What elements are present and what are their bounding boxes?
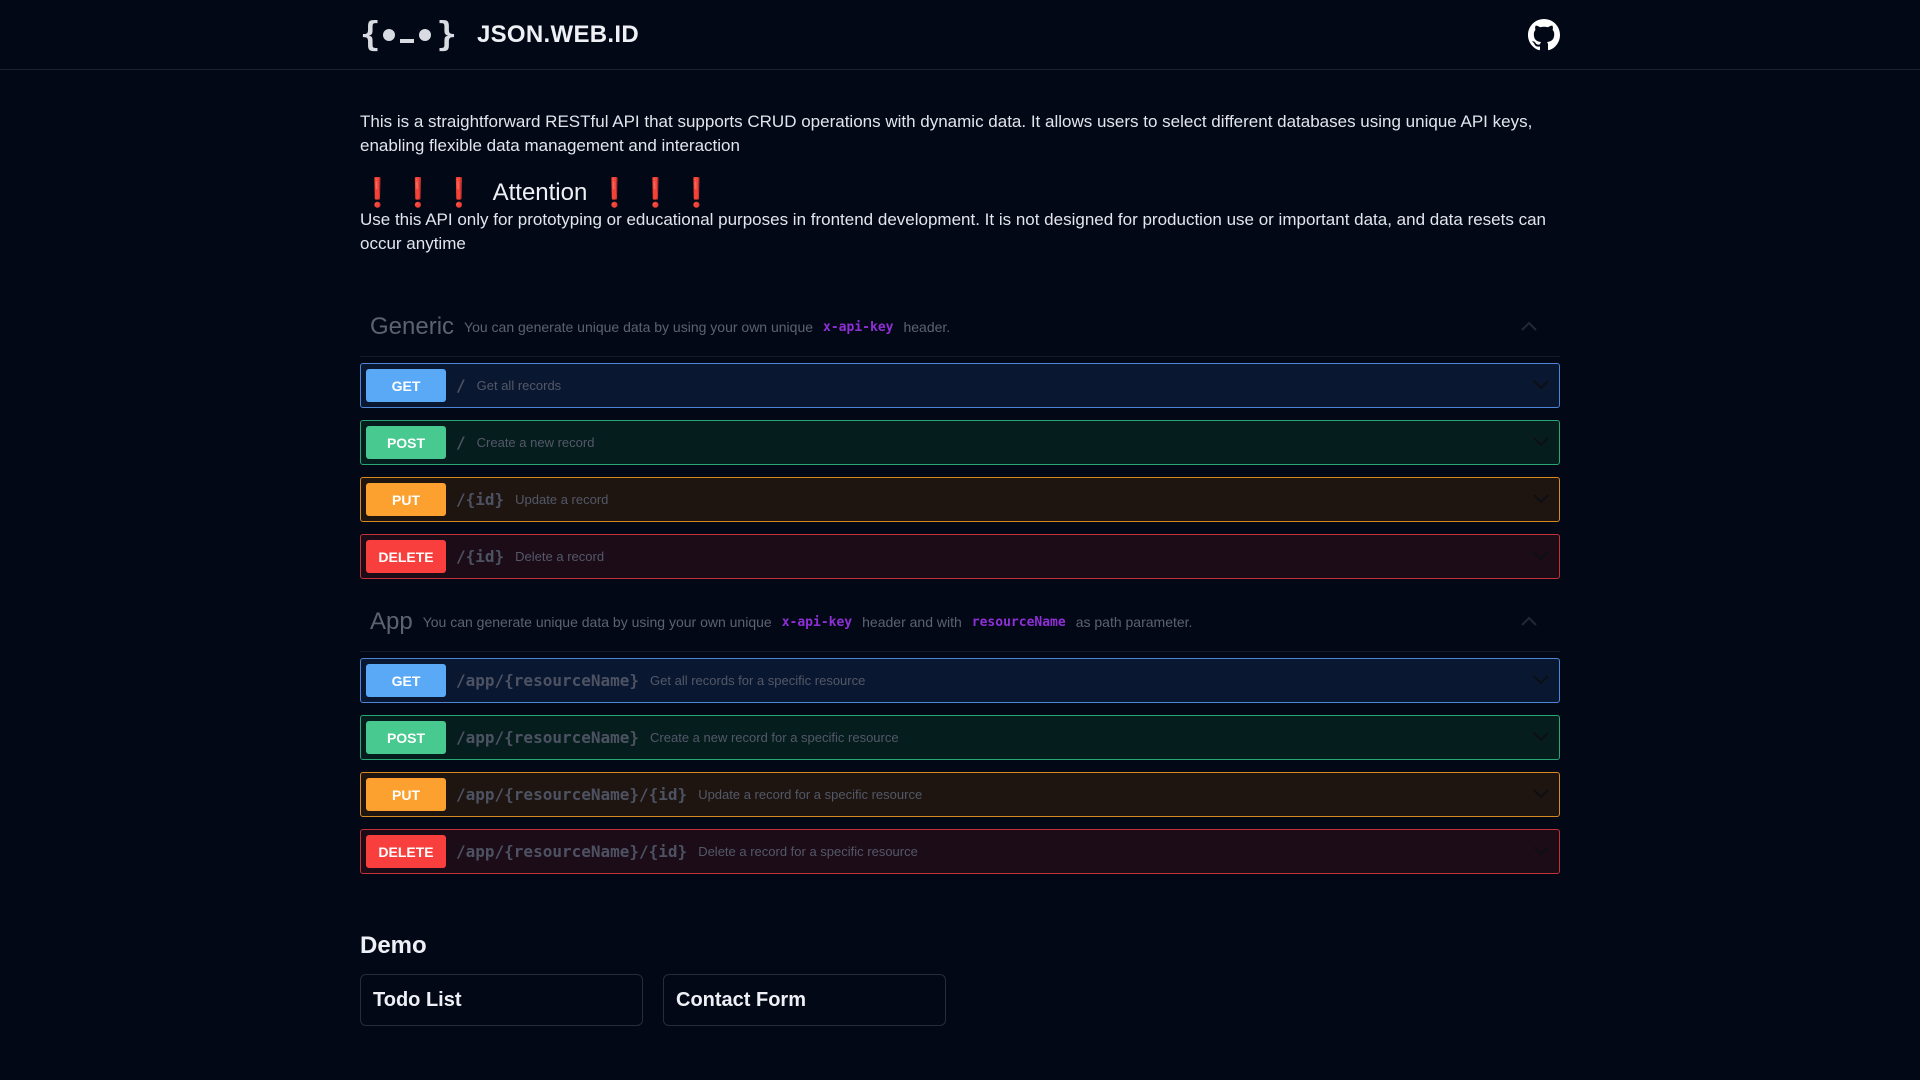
operation-path: /app/{resourceName}/{id} (456, 842, 688, 861)
app-section-header[interactable]: App You can generate unique data by usin… (360, 593, 1560, 652)
operation-description: Get all records (476, 378, 562, 393)
chevron-down-icon[interactable] (1532, 845, 1550, 857)
operation-path: /app/{resourceName} (456, 728, 640, 747)
section-description: You can generate unique data by using yo… (464, 319, 950, 335)
method-badge: PUT (366, 483, 446, 516)
method-badge: DELETE (366, 835, 446, 868)
operation-description: Create a new record (476, 435, 595, 450)
exclamation-icon: ❗❗❗ (597, 177, 720, 208)
method-badge: GET (366, 664, 446, 697)
operation-path: /{id} (456, 547, 505, 566)
section-title: Generic (370, 313, 455, 340)
operation-put-resource-id[interactable]: PUT /app/{resourceName}/{id} Update a re… (360, 772, 1560, 817)
chevron-down-icon[interactable] (1532, 674, 1550, 686)
operation-description: Delete a record (515, 549, 605, 564)
top-navbar: {} JSON.WEB.ID (0, 0, 1920, 70)
method-badge: POST (366, 426, 446, 459)
operation-put-id[interactable]: PUT /{id} Update a record (360, 477, 1560, 522)
chevron-down-icon[interactable] (1532, 731, 1550, 743)
section-title: App (370, 608, 413, 635)
section-desc-text: as path parameter. (1075, 614, 1193, 630)
operation-path: /{id} (456, 490, 505, 509)
generic-section-header[interactable]: Generic You can generate unique data by … (360, 298, 1560, 357)
operation-delete-id[interactable]: DELETE /{id} Delete a record (360, 534, 1560, 579)
method-badge: DELETE (366, 540, 446, 573)
section-desc-text: header. (903, 319, 951, 335)
site-name: JSON.WEB.ID (476, 20, 639, 48)
resource-name-code: resourceName (971, 614, 1066, 630)
operation-description: Get all records for a specific resource (650, 673, 866, 688)
chevron-down-icon[interactable] (1532, 379, 1550, 391)
operation-description: Create a new record for a specific resou… (650, 730, 899, 745)
method-badge: GET (366, 369, 446, 402)
chevron-up-icon[interactable] (1520, 320, 1538, 332)
demo-cards: Todo List Contact Form (360, 974, 1560, 1026)
attention-heading: ❗❗❗ Attention ❗❗❗ (360, 178, 1560, 208)
section-desc-text: You can generate unique data by using yo… (422, 614, 772, 630)
method-badge: PUT (366, 778, 446, 811)
section-description: You can generate unique data by using yo… (423, 614, 1193, 630)
operation-path: / (456, 433, 466, 452)
operation-path: / (456, 376, 466, 395)
operation-path: /app/{resourceName}/{id} (456, 785, 688, 804)
section-desc-text: header and with (862, 614, 962, 630)
api-key-code: x-api-key (823, 319, 894, 335)
chevron-down-icon[interactable] (1532, 550, 1550, 562)
generic-section: Generic You can generate unique data by … (360, 298, 1560, 579)
attention-text: Use this API only for prototyping or edu… (360, 210, 1546, 253)
main-content: This is a straightforward RESTful API th… (360, 70, 1560, 1026)
logo-icon: {} (360, 14, 457, 55)
operation-path: /app/{resourceName} (456, 671, 640, 690)
app-section: App You can generate unique data by usin… (360, 593, 1560, 874)
chevron-down-icon[interactable] (1532, 436, 1550, 448)
method-badge: POST (366, 721, 446, 754)
operation-post-resource[interactable]: POST /app/{resourceName} Create a new re… (360, 715, 1560, 760)
operation-description: Update a record for a specific resource (698, 787, 923, 802)
demo-card-contact-form[interactable]: Contact Form (663, 974, 946, 1026)
operation-get-root[interactable]: GET / Get all records (360, 363, 1560, 408)
demo-heading: Demo (360, 932, 427, 959)
operation-delete-resource-id[interactable]: DELETE /app/{resourceName}/{id} Delete a… (360, 829, 1560, 874)
github-icon[interactable] (1528, 18, 1560, 51)
operation-description: Delete a record for a specific resource (698, 844, 918, 859)
attention-title: Attention (492, 179, 588, 206)
brand-link[interactable]: {} JSON.WEB.ID (360, 15, 639, 55)
section-desc-text: You can generate unique data by using yo… (464, 319, 814, 335)
chevron-down-icon[interactable] (1532, 788, 1550, 800)
demo-card-todo-list[interactable]: Todo List (360, 974, 643, 1026)
api-key-code: x-api-key (781, 614, 853, 630)
operation-post-root[interactable]: POST / Create a new record (360, 420, 1560, 465)
intro-text: This is a straightforward RESTful API th… (360, 112, 1533, 155)
operation-description: Update a record (515, 492, 609, 507)
chevron-up-icon[interactable] (1520, 615, 1538, 627)
exclamation-icon: ❗❗❗ (360, 177, 483, 208)
chevron-down-icon[interactable] (1532, 493, 1550, 505)
operation-get-resource[interactable]: GET /app/{resourceName} Get all records … (360, 658, 1560, 703)
